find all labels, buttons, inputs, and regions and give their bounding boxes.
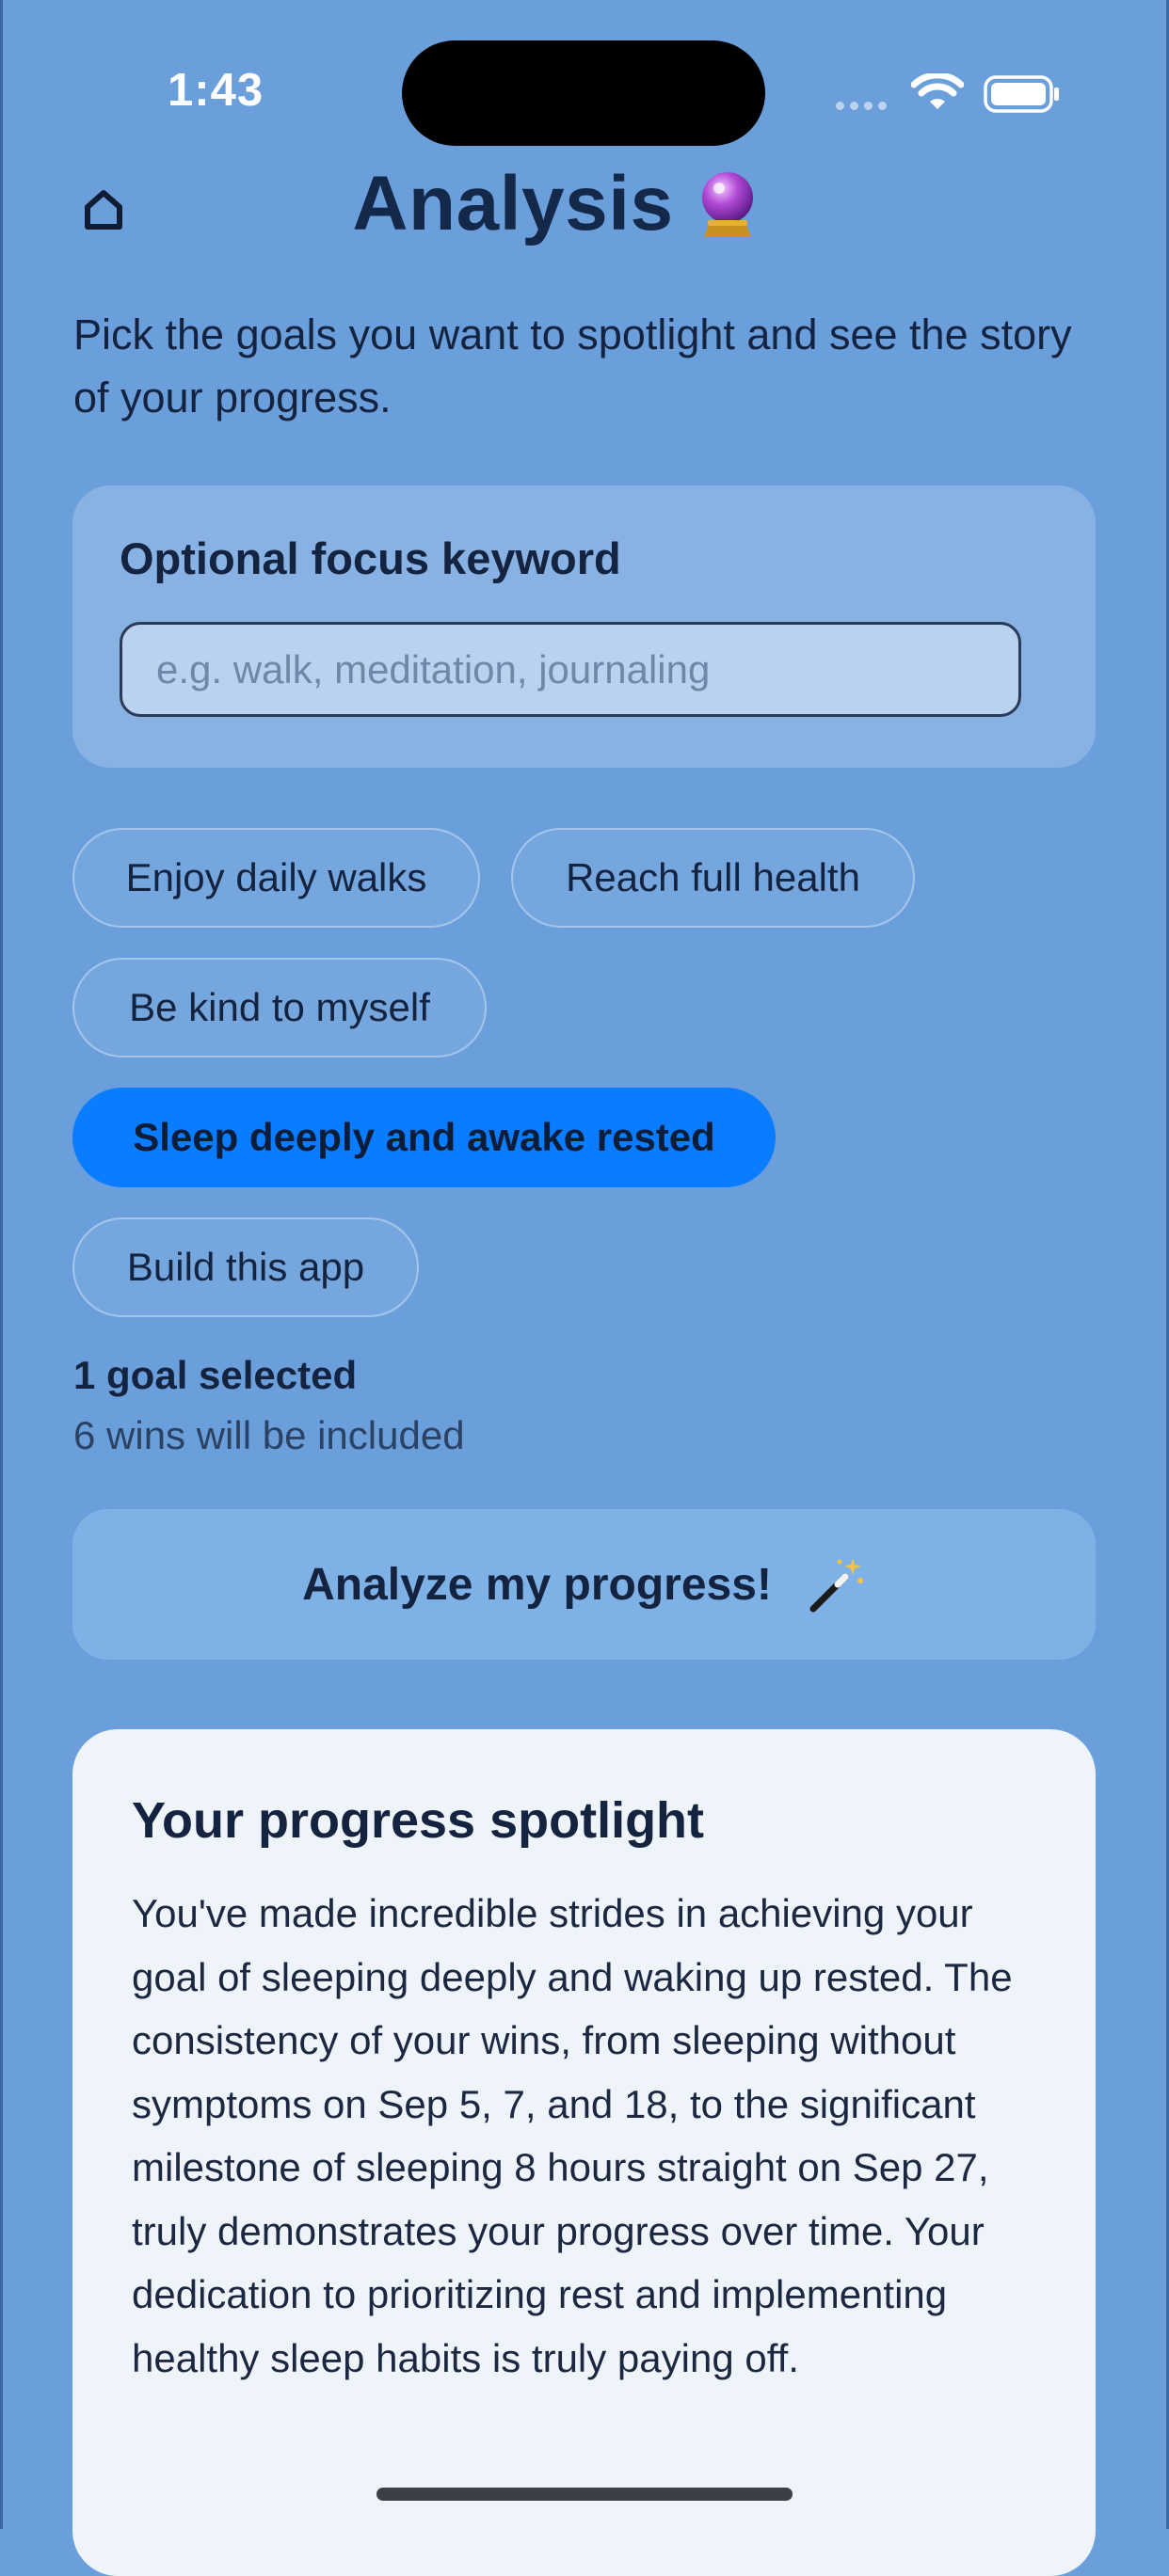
analyze-button-label: Analyze my progress!: [302, 1559, 772, 1610]
page-title-text: Analysis: [352, 161, 674, 246]
dynamic-island: [402, 40, 765, 146]
focus-keyword-card: Optional focus keyword: [72, 485, 1096, 768]
included-wins-count: 6 wins will be included: [73, 1413, 465, 1457]
magic-wand-icon: [809, 1558, 863, 1613]
wifi-icon: [911, 73, 964, 109]
progress-spotlight-card: Your progress spotlight You've made incr…: [72, 1729, 1096, 2576]
home-indicator[interactable]: [376, 2488, 793, 2501]
page-subtitle: Pick the goals you want to spotlight and…: [73, 310, 1072, 421]
battery-icon: [984, 75, 1059, 113]
spotlight-body: You've made incredible strides in achiev…: [132, 1891, 1013, 2380]
focus-keyword-input[interactable]: [120, 622, 1021, 717]
goal-chip-be-kind-to-myself[interactable]: Be kind to myself: [72, 958, 487, 1057]
cellular-signal-icon: [836, 102, 887, 110]
screen-edge-left: [0, 0, 3, 2529]
status-time: 1:43: [168, 65, 264, 116]
selected-goals-count: 1 goal selected: [73, 1353, 358, 1397]
focus-keyword-label: Optional focus keyword: [120, 533, 621, 583]
spotlight-title: Your progress spotlight: [132, 1792, 705, 1849]
goal-chip-enjoy-daily-walks[interactable]: Enjoy daily walks: [72, 828, 480, 928]
analyze-progress-button[interactable]: Analyze my progress!: [72, 1509, 1096, 1660]
goal-chip-sleep-deeply[interactable]: Sleep deeply and awake rested: [72, 1088, 776, 1187]
crystal-ball-icon: [701, 172, 753, 237]
goal-chip-reach-full-health[interactable]: Reach full health: [511, 828, 915, 928]
page-title: Analysis: [0, 160, 1111, 248]
goal-chip-build-this-app[interactable]: Build this app: [72, 1217, 419, 1317]
